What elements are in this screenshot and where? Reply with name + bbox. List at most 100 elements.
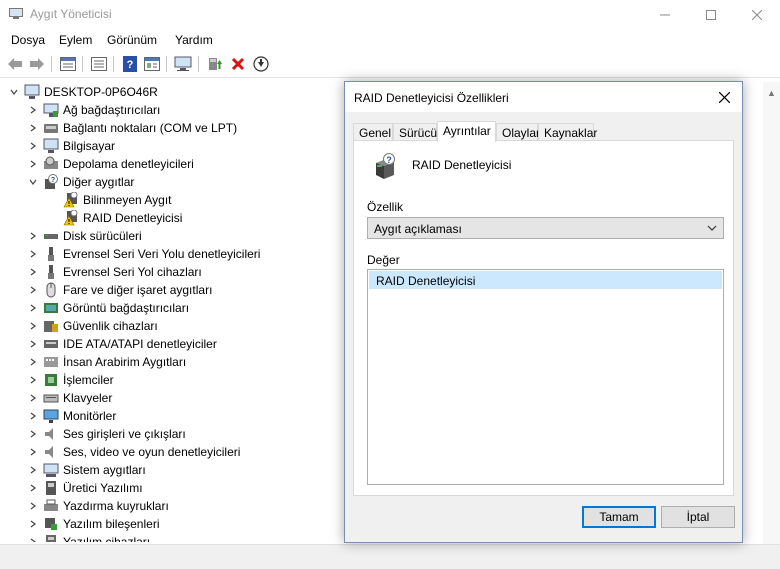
forward-button[interactable] <box>27 54 47 74</box>
tree-category-item[interactable]: Yazılım bileşenleri <box>27 515 159 533</box>
keyboard-icon <box>43 390 59 406</box>
tab-details[interactable]: Ayrıntılar <box>437 121 496 142</box>
tree-category-item[interactable]: Monitörler <box>27 407 116 425</box>
chevron-right-icon[interactable] <box>27 137 39 155</box>
tab-events[interactable]: Olaylar <box>496 123 541 141</box>
list-item[interactable]: RAID Denetleyicisi <box>369 271 722 289</box>
toolbar-separator <box>166 56 167 72</box>
tab-label: Olaylar <box>502 126 541 140</box>
mouse-icon <box>43 282 59 298</box>
tree-category-item[interactable]: Yazdırma kuyrukları <box>27 497 169 515</box>
chevron-right-icon[interactable] <box>27 263 39 281</box>
dialog-close-button[interactable] <box>711 85 737 109</box>
chevron-down-icon[interactable] <box>8 83 20 101</box>
tree-category-item[interactable]: Sistem aygıtları <box>27 461 146 479</box>
menu-help[interactable]: Yardım <box>175 33 213 47</box>
tree-category-item[interactable]: Evrensel Seri Yol cihazları <box>27 263 202 281</box>
tab-driver[interactable]: Sürücü <box>393 123 437 141</box>
properties-dialog: RAID Denetleyicisi Özellikleri Genel Sür… <box>344 81 743 543</box>
chevron-down-icon[interactable] <box>27 173 39 191</box>
tree-root-computer[interactable]: DESKTOP-0P6O46R <box>8 83 158 101</box>
tree-category-item[interactable]: İnsan Arabirim Aygıtları <box>27 353 186 371</box>
chevron-right-icon[interactable] <box>27 407 39 425</box>
close-icon <box>718 91 730 103</box>
tree-device-item[interactable]: Bilinmeyen Aygıt <box>47 191 172 209</box>
minimize-icon <box>660 14 670 16</box>
tree-item-label: Depolama denetleyicileri <box>63 157 194 171</box>
chevron-right-icon[interactable] <box>27 155 39 173</box>
tree-item-label: Görüntü bağdaştırıcıları <box>63 301 190 315</box>
tree-category-item[interactable]: Ağ bağdaştırıcıları <box>27 101 160 119</box>
chevron-right-icon[interactable] <box>27 497 39 515</box>
chevron-right-icon[interactable] <box>27 299 39 317</box>
monitor-icon <box>43 408 59 424</box>
tree-category-item[interactable]: Ses girişleri ve çıkışları <box>27 425 186 443</box>
dialog-title: RAID Denetleyicisi Özellikleri <box>354 91 509 105</box>
tree-category-item[interactable]: Bilgisayar <box>27 137 115 155</box>
chevron-right-icon[interactable] <box>27 389 39 407</box>
tab-resources[interactable]: Kaynaklar <box>538 123 598 141</box>
tab-general[interactable]: Genel <box>353 123 393 141</box>
menu-file[interactable]: Dosya <box>11 33 45 47</box>
download-button[interactable] <box>251 54 271 74</box>
tree-category-item[interactable]: Disk sürücüleri <box>27 227 142 245</box>
minimize-button[interactable] <box>642 0 688 30</box>
tree-category-item[interactable]: Yazılım cihazları <box>27 533 150 542</box>
tree-category-item[interactable]: IDE ATA/ATAPI denetleyiciler <box>27 335 217 353</box>
list-button[interactable] <box>89 54 109 74</box>
tree-category-item[interactable]: Klavyeler <box>27 389 112 407</box>
chevron-right-icon[interactable] <box>27 443 39 461</box>
maximize-button[interactable] <box>688 0 734 30</box>
tree-category-item[interactable]: Bağlantı noktaları (COM ve LPT) <box>27 119 237 137</box>
property-select[interactable]: Aygıt açıklaması <box>367 217 724 239</box>
tree-category-item[interactable]: Ses, video ve oyun denetleyicileri <box>27 443 240 461</box>
chevron-right-icon[interactable] <box>27 101 39 119</box>
chevron-right-icon[interactable] <box>27 533 39 542</box>
maximize-icon <box>706 10 716 20</box>
monitor-scan-icon <box>174 56 192 71</box>
chevron-right-icon[interactable] <box>27 425 39 443</box>
menu-view[interactable]: Görünüm <box>107 33 157 47</box>
tree-category-item[interactable]: ? Diğer aygıtlar <box>27 173 134 191</box>
chevron-right-icon[interactable] <box>27 281 39 299</box>
tree-category-item[interactable]: Güvenlik cihazları <box>27 317 158 335</box>
tree-category-item[interactable]: Üretici Yazılımı <box>27 479 143 497</box>
cancel-button[interactable]: İptal <box>661 506 735 528</box>
tree-category-item[interactable]: Depolama denetleyicileri <box>27 155 194 173</box>
chevron-right-icon[interactable] <box>27 479 39 497</box>
display-adapter-icon <box>43 300 59 316</box>
tree-category-item[interactable]: Evrensel Seri Veri Yolu denetleyicileri <box>27 245 260 263</box>
chevron-right-icon[interactable] <box>27 515 39 533</box>
tree-vertical-scrollbar[interactable]: ▲ <box>763 82 780 544</box>
tree-item-label: Ses girişleri ve çıkışları <box>63 427 186 441</box>
chevron-right-icon[interactable] <box>27 245 39 263</box>
chevron-right-icon[interactable] <box>27 371 39 389</box>
ok-button[interactable]: Tamam <box>582 506 656 528</box>
scroll-up-icon[interactable]: ▲ <box>767 88 776 98</box>
toolbar-separator <box>51 56 52 72</box>
chevron-right-icon[interactable] <box>27 461 39 479</box>
scan-hardware-button[interactable] <box>173 54 193 74</box>
tree-category-item[interactable]: Fare ve diğer işaret aygıtları <box>27 281 212 299</box>
tab-label: Genel <box>359 126 392 140</box>
tree-device-item[interactable]: RAID Denetleyicisi <box>47 209 182 227</box>
value-listbox[interactable]: RAID Denetleyicisi <box>367 269 724 485</box>
tree-category-item[interactable]: İşlemciler <box>27 371 114 389</box>
view-button[interactable] <box>142 54 162 74</box>
list-icon <box>91 57 107 71</box>
menu-action[interactable]: Eylem <box>59 33 92 47</box>
chevron-right-icon[interactable] <box>27 227 39 245</box>
back-button[interactable] <box>5 54 25 74</box>
forward-icon <box>30 58 44 70</box>
chevron-right-icon[interactable] <box>27 119 39 137</box>
properties-pane-button[interactable] <box>58 54 78 74</box>
chevron-right-icon[interactable] <box>27 335 39 353</box>
close-window-button[interactable] <box>734 0 780 30</box>
update-driver-button[interactable] <box>205 54 225 74</box>
tab-label: Kaynaklar <box>544 126 598 140</box>
uninstall-button[interactable] <box>228 54 248 74</box>
help-button[interactable]: ? <box>120 54 140 74</box>
chevron-right-icon[interactable] <box>27 353 39 371</box>
chevron-right-icon[interactable] <box>27 317 39 335</box>
tree-category-item[interactable]: Görüntü bağdaştırıcıları <box>27 299 189 317</box>
